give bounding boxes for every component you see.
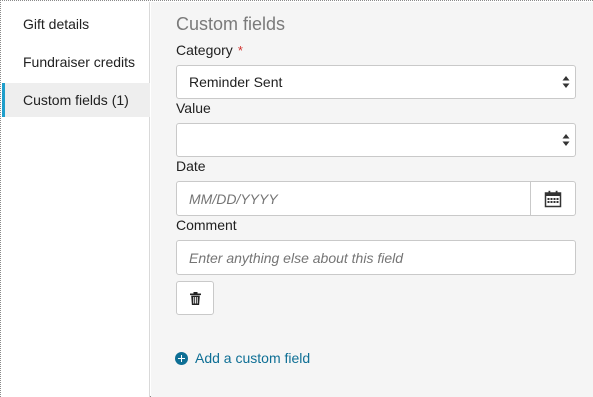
date-field (176, 181, 576, 216)
custom-fields-panel: Custom fields Category * Reminder Sent Va… (151, 2, 593, 397)
calendar-icon (544, 190, 562, 208)
trash-icon (190, 292, 201, 305)
sidebar-item-gift-details[interactable]: Gift details (2, 7, 150, 41)
value-label: Value (176, 100, 211, 116)
delete-field-button[interactable] (176, 281, 214, 315)
sidebar-item-label: Custom fields (1) (23, 92, 129, 108)
date-input[interactable] (177, 182, 532, 215)
add-custom-field-link[interactable]: Add a custom field (175, 348, 310, 368)
comment-label: Comment (176, 217, 237, 233)
calendar-button[interactable] (530, 182, 575, 215)
category-label-text: Category (176, 42, 233, 58)
plus-circle-icon (175, 351, 188, 365)
dialog-frame: Gift details Fundraiser credits Custom f… (0, 0, 593, 397)
required-marker: * (237, 43, 243, 58)
comment-input[interactable] (176, 240, 576, 275)
category-select[interactable]: Reminder Sent (176, 65, 576, 99)
sidebar-item-label: Fundraiser credits (23, 54, 136, 70)
sidebar-item-custom-fields[interactable]: Custom fields (1) (2, 83, 150, 117)
section-title: Custom fields (176, 14, 286, 34)
value-select[interactable] (176, 123, 576, 157)
category-select-value: Reminder Sent (189, 74, 283, 90)
category-label: Category * (176, 42, 243, 58)
sidebar-item-fundraiser-credits[interactable]: Fundraiser credits (2, 45, 150, 79)
sidebar: Gift details Fundraiser credits Custom f… (2, 2, 150, 397)
add-custom-field-label: Add a custom field (195, 350, 311, 366)
caret-updown-icon (562, 134, 570, 146)
date-label: Date (176, 158, 206, 174)
caret-updown-icon (562, 76, 570, 88)
sidebar-item-label: Gift details (23, 16, 90, 32)
